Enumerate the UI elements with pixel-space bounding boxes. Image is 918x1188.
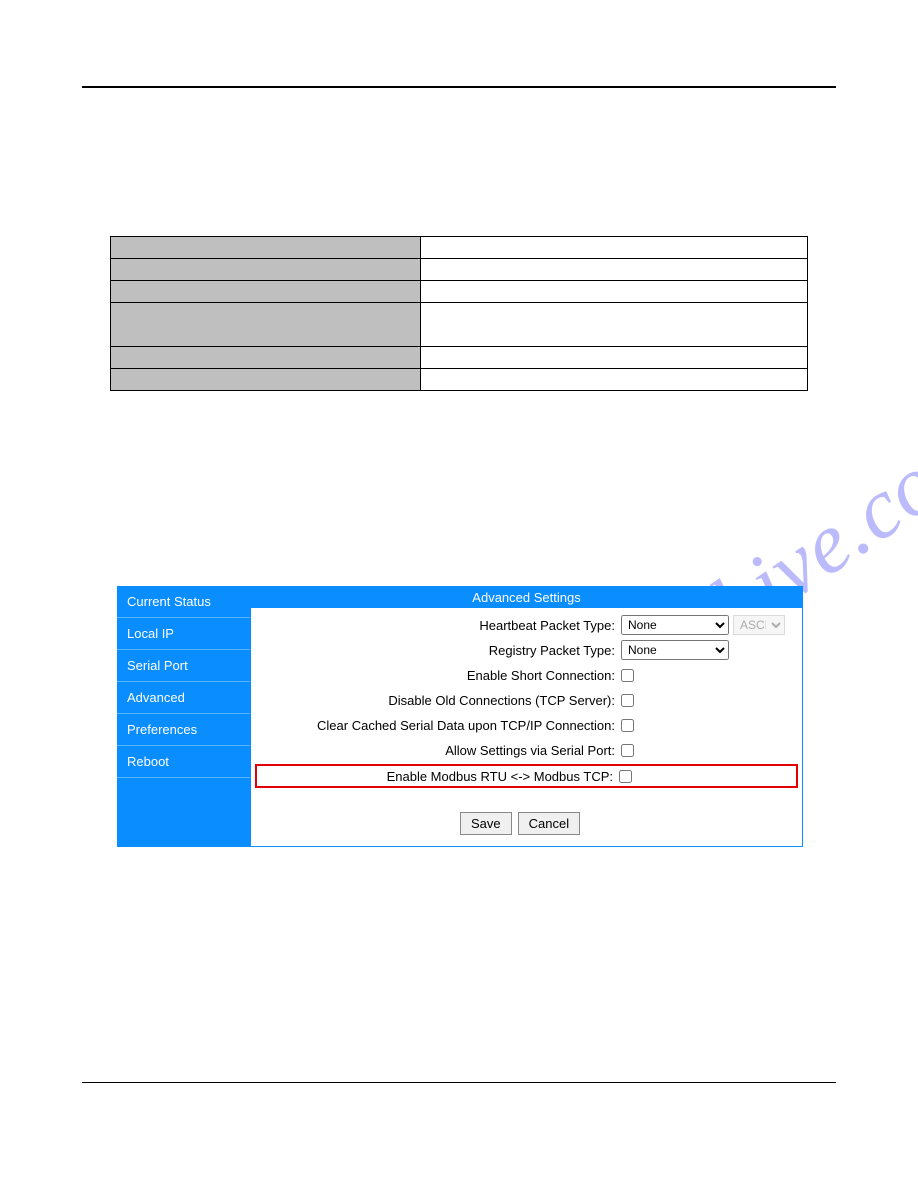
allow-serial-checkbox[interactable]	[621, 744, 634, 757]
param-name-cell	[111, 281, 421, 303]
settings-ui: Current Status Local IP Serial Port Adva…	[117, 586, 803, 847]
param-name-cell	[111, 347, 421, 369]
sidebar-item-preferences[interactable]: Preferences	[117, 714, 250, 746]
sidebar: Current Status Local IP Serial Port Adva…	[117, 586, 250, 847]
page-top-rule	[82, 86, 836, 88]
registry-select[interactable]: None	[621, 640, 729, 660]
table-row	[111, 303, 808, 347]
clear-cache-checkbox[interactable]	[621, 719, 634, 732]
sidebar-item-reboot[interactable]: Reboot	[117, 746, 250, 778]
param-value-cell	[421, 237, 808, 259]
param-name-cell	[111, 303, 421, 347]
registry-label: Registry Packet Type:	[257, 643, 621, 658]
sidebar-item-label: Advanced	[127, 690, 185, 705]
param-value-cell	[421, 281, 808, 303]
row-modbus-highlighted: Enable Modbus RTU <-> Modbus TCP:	[255, 764, 798, 788]
sidebar-item-serial-port[interactable]: Serial Port	[117, 650, 250, 682]
sidebar-item-local-ip[interactable]: Local IP	[117, 618, 250, 650]
table-row	[111, 259, 808, 281]
panel-title: Advanced Settings	[251, 587, 802, 608]
disable-old-checkbox[interactable]	[621, 694, 634, 707]
heartbeat-label: Heartbeat Packet Type:	[257, 618, 621, 633]
disable-old-label: Disable Old Connections (TCP Server):	[257, 693, 621, 708]
sidebar-item-advanced[interactable]: Advanced	[117, 682, 250, 714]
panel-body: Heartbeat Packet Type: None ASCII Regist…	[251, 608, 802, 794]
parameter-table	[110, 236, 808, 391]
advanced-settings-panel: Advanced Settings Heartbeat Packet Type:…	[250, 586, 803, 847]
row-allow-serial: Allow Settings via Serial Port:	[257, 739, 796, 761]
modbus-checkbox[interactable]	[619, 770, 632, 783]
param-value-cell	[421, 259, 808, 281]
sidebar-filler	[117, 778, 250, 847]
sidebar-item-current-status[interactable]: Current Status	[117, 586, 250, 618]
row-clear-cache: Clear Cached Serial Data upon TCP/IP Con…	[257, 714, 796, 736]
page-bottom-rule	[82, 1082, 836, 1083]
sidebar-item-label: Reboot	[127, 754, 169, 769]
ascii-select: ASCII	[733, 615, 785, 635]
allow-serial-label: Allow Settings via Serial Port:	[257, 743, 621, 758]
short-connection-checkbox[interactable]	[621, 669, 634, 682]
sidebar-item-label: Serial Port	[127, 658, 188, 673]
param-name-cell	[111, 369, 421, 391]
table-row	[111, 347, 808, 369]
save-button[interactable]: Save	[460, 812, 512, 835]
param-value-cell	[421, 369, 808, 391]
heartbeat-select[interactable]: None	[621, 615, 729, 635]
sidebar-item-label: Preferences	[127, 722, 197, 737]
sidebar-item-label: Current Status	[127, 594, 211, 609]
param-value-cell	[421, 347, 808, 369]
short-connection-label: Enable Short Connection:	[257, 668, 621, 683]
row-heartbeat: Heartbeat Packet Type: None ASCII	[257, 614, 796, 636]
param-name-cell	[111, 259, 421, 281]
param-value-cell	[421, 303, 808, 347]
table-row	[111, 237, 808, 259]
row-registry: Registry Packet Type: None	[257, 639, 796, 661]
table-row	[111, 281, 808, 303]
row-short-connection: Enable Short Connection:	[257, 664, 796, 686]
modbus-label: Enable Modbus RTU <-> Modbus TCP:	[259, 769, 619, 784]
cancel-button[interactable]: Cancel	[518, 812, 580, 835]
button-row: Save Cancel	[460, 812, 580, 835]
param-name-cell	[111, 237, 421, 259]
sidebar-item-label: Local IP	[127, 626, 174, 641]
table-row	[111, 369, 808, 391]
clear-cache-label: Clear Cached Serial Data upon TCP/IP Con…	[257, 718, 621, 733]
row-disable-old: Disable Old Connections (TCP Server):	[257, 689, 796, 711]
